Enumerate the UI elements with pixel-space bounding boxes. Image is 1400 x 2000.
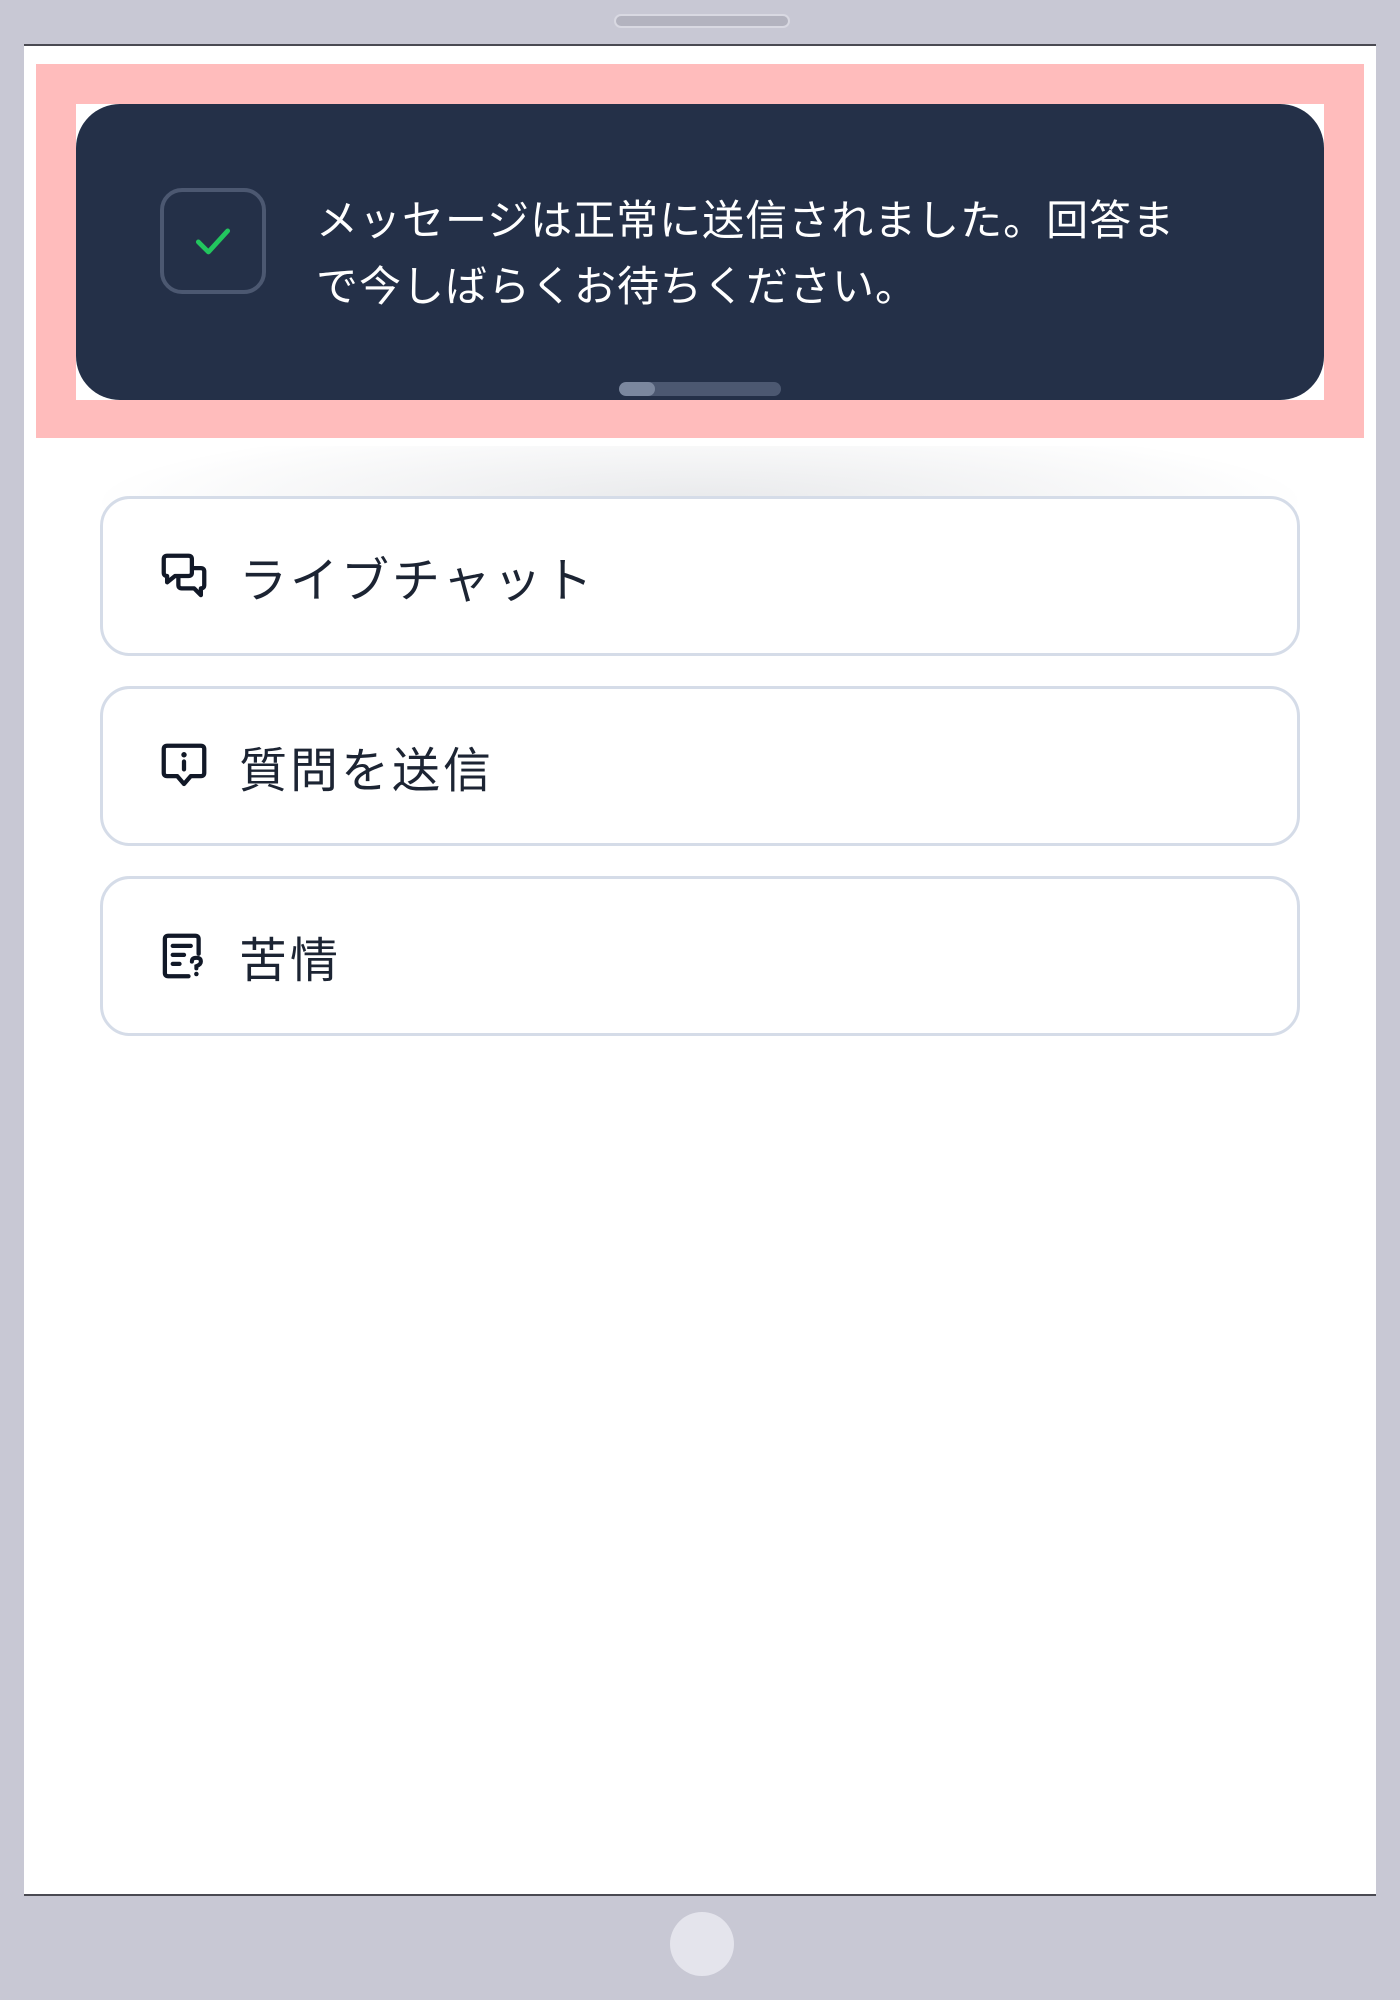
toast-container: メッセージは正常に送信されました。回答ま で今しばらくお待ちください。 (76, 104, 1324, 400)
toast-message-line1: メッセージは正常に送信されました。回答ま (316, 196, 1176, 245)
info-message-icon (161, 743, 207, 787)
complaint-button[interactable]: 苦情 (100, 876, 1300, 1036)
toast-message-line2: で今しばらくお待ちください。 (316, 262, 919, 311)
tablet-frame: メッセージは正常に送信されました。回答ま で今しばらくお待ちください。 ライブチ… (0, 0, 1400, 2000)
live-chat-label: ライブチャット (239, 553, 596, 609)
send-question-button[interactable]: 質問を送信 (100, 686, 1300, 846)
send-question-label: 質問を送信 (239, 743, 495, 799)
live-chat-button[interactable]: ライブチャット (100, 496, 1300, 656)
toast-message: メッセージは正常に送信されました。回答ま で今しばらくお待ちください。 (316, 188, 1236, 320)
toast-progress-fill (619, 382, 655, 396)
speaker-grille (614, 14, 790, 28)
complaint-label: 苦情 (239, 933, 342, 989)
screen: メッセージは正常に送信されました。回答ま で今しばらくお待ちください。 ライブチ… (24, 44, 1376, 1896)
check-icon (160, 188, 266, 294)
success-toast[interactable]: メッセージは正常に送信されました。回答ま で今しばらくお待ちください。 (76, 104, 1324, 400)
document-question-icon (162, 933, 203, 979)
home-button[interactable] (670, 1912, 734, 1976)
toast-progress-bar (619, 382, 781, 396)
chat-bubbles-icon (161, 553, 207, 598)
